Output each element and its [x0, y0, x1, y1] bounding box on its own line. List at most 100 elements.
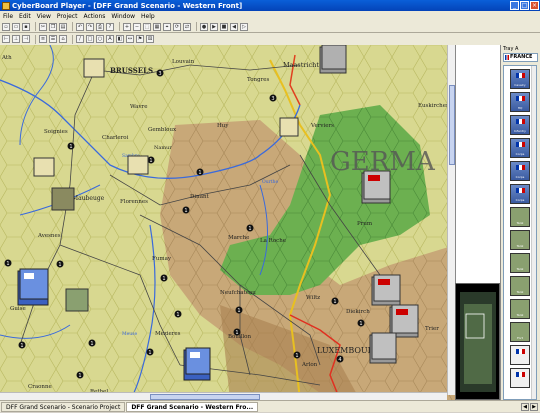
flag-icon [516, 165, 525, 170]
redo-icon[interactable]: ↷ [86, 22, 94, 31]
toolbar-divider [119, 22, 120, 31]
town-label: Dinant [190, 194, 210, 200]
svg-text:1: 1 [235, 330, 238, 336]
town-label: Neufchateau [220, 290, 256, 296]
town-label: BRUSSELS [110, 66, 153, 75]
maximize-button[interactable]: □ [520, 1, 529, 10]
flag-icon [516, 96, 525, 101]
tray-selector[interactable]: FRANCE [503, 53, 538, 62]
tray-unit[interactable]: Corps [510, 161, 530, 181]
open-icon[interactable]: ▭ [12, 22, 20, 31]
menu-edit[interactable]: Edit [16, 13, 34, 20]
map-canvas[interactable]: GERMA BRUSSELS Louvain Maastricht Tongre… [0, 45, 455, 400]
town-label: Wavre [130, 104, 147, 110]
tray-unit[interactable] [510, 368, 530, 388]
game-map[interactable]: GERMA BRUSSELS Louvain Maastricht Tongre… [0, 45, 455, 400]
draw-oval-icon[interactable]: ○ [96, 35, 104, 43]
color-icon[interactable]: ◧ [116, 35, 124, 43]
menu-window[interactable]: Window [108, 13, 138, 20]
new-icon[interactable]: ▫ [2, 22, 10, 31]
grid-icon[interactable]: ▦ [153, 22, 161, 31]
tray-unit[interactable]: Tank [510, 276, 530, 296]
tab-scroll-left-icon[interactable]: ◀ [521, 403, 529, 411]
flag-icon [516, 119, 525, 124]
map-vertical-scrollbar[interactable] [447, 45, 455, 395]
window-title: CyberBoard Player - [DFF Grand Scenario … [12, 1, 243, 10]
plot-icon[interactable]: ⌖ [163, 22, 171, 31]
tray-unit-list[interactable]: Cavalry HQ Infantry Corps Corps Corps Ta… [503, 65, 537, 400]
help-icon[interactable]: ? [106, 22, 114, 31]
save-icon[interactable]: ▪ [22, 22, 30, 31]
tab-scroll-right-icon[interactable]: ▶ [530, 403, 538, 411]
unit-counter [279, 117, 299, 137]
tray-unit[interactable]: Corps [510, 184, 530, 204]
record-icon[interactable]: ● [200, 22, 208, 31]
town-label: Huy [217, 123, 229, 129]
side-panel [455, 45, 500, 283]
flag-icon[interactable]: ⚑ [136, 35, 144, 43]
dice-icon[interactable]: ⚄ [146, 35, 154, 43]
menu-help[interactable]: Help [138, 13, 158, 20]
tray-unit[interactable]: Infantry [510, 115, 530, 135]
flag-icon [516, 73, 525, 78]
tray-unit[interactable]: Tank [510, 253, 530, 273]
town-label: Florennes [120, 199, 148, 205]
tray-header: Tray A [503, 46, 519, 52]
svg-text:1: 1 [184, 208, 187, 214]
print-icon[interactable]: ⎙ [96, 22, 104, 31]
tray-unit[interactable]: Corps [510, 138, 530, 158]
unit-counter-stack [319, 45, 347, 74]
undo-icon[interactable]: ↶ [76, 22, 84, 31]
copy-icon[interactable]: ❐ [49, 22, 57, 31]
svg-text:1: 1 [6, 261, 9, 267]
overview-minimap[interactable] [455, 283, 500, 400]
paste-icon[interactable]: ▤ [59, 22, 67, 31]
menu-file[interactable]: File [0, 13, 16, 20]
svg-text:3: 3 [271, 96, 274, 102]
svg-text:1: 1 [148, 350, 151, 356]
tray-unit[interactable]: HQ [510, 92, 530, 112]
tray-unit[interactable]: Fort [510, 322, 530, 342]
draw-rect-icon[interactable]: □ [86, 35, 94, 43]
tab-western-front[interactable]: DFF Grand Scenario - Western Fro... [126, 401, 259, 412]
unit-counter [65, 288, 89, 312]
tray-scrollbar[interactable] [531, 66, 536, 399]
align-left-icon[interactable]: ⊢ [2, 35, 10, 43]
stack-icon[interactable]: ≡ [39, 35, 47, 43]
menu-actions[interactable]: Actions [80, 13, 108, 20]
close-button[interactable]: × [530, 1, 539, 10]
select-icon[interactable]: ⬚ [143, 22, 151, 31]
menu-project[interactable]: Project [54, 13, 81, 20]
step-back-icon[interactable]: ◀ [230, 22, 238, 31]
text-icon[interactable]: A [106, 35, 114, 43]
step-forward-icon[interactable]: ▷ [240, 22, 248, 31]
tray-unit[interactable]: Tank [510, 299, 530, 319]
play-icon[interactable]: ▶ [210, 22, 218, 31]
unstack-icon[interactable]: ☰ [49, 35, 57, 43]
draw-line-icon[interactable]: / [76, 35, 84, 43]
map-horizontal-scrollbar[interactable] [0, 392, 447, 400]
lock-icon[interactable]: ⌂ [59, 35, 67, 43]
align-right-icon[interactable]: ⊣ [22, 35, 30, 43]
tray-unit[interactable] [510, 345, 530, 365]
tray-unit[interactable]: Cavalry [510, 69, 530, 89]
flip-icon[interactable]: ⇄ [183, 22, 191, 31]
zoom-in-icon[interactable]: + [123, 22, 131, 31]
tray-unit[interactable]: Tank [510, 230, 530, 250]
tab-scenario-project[interactable]: DFF Grand Scenario - Scenario Project [1, 401, 126, 412]
zoom-out-icon[interactable]: − [133, 22, 141, 31]
town-label: Craonne [28, 384, 52, 390]
town-label: Maubeuge [72, 195, 105, 202]
stop-icon[interactable]: ■ [220, 22, 228, 31]
tray-unit[interactable]: Tank [510, 207, 530, 227]
minimize-button[interactable]: _ [510, 1, 519, 10]
svg-text:1: 1 [162, 276, 165, 282]
cut-icon[interactable]: ✂ [39, 22, 47, 31]
measure-icon[interactable]: ↔ [126, 35, 134, 43]
river-label: Ourthe [262, 179, 278, 185]
menu-view[interactable]: View [34, 13, 54, 20]
town-label: La Roche [260, 238, 286, 244]
align-center-icon[interactable]: ⊥ [12, 35, 20, 43]
unit-counter-stack [183, 347, 211, 381]
rotate-icon[interactable]: ⟳ [173, 22, 181, 31]
